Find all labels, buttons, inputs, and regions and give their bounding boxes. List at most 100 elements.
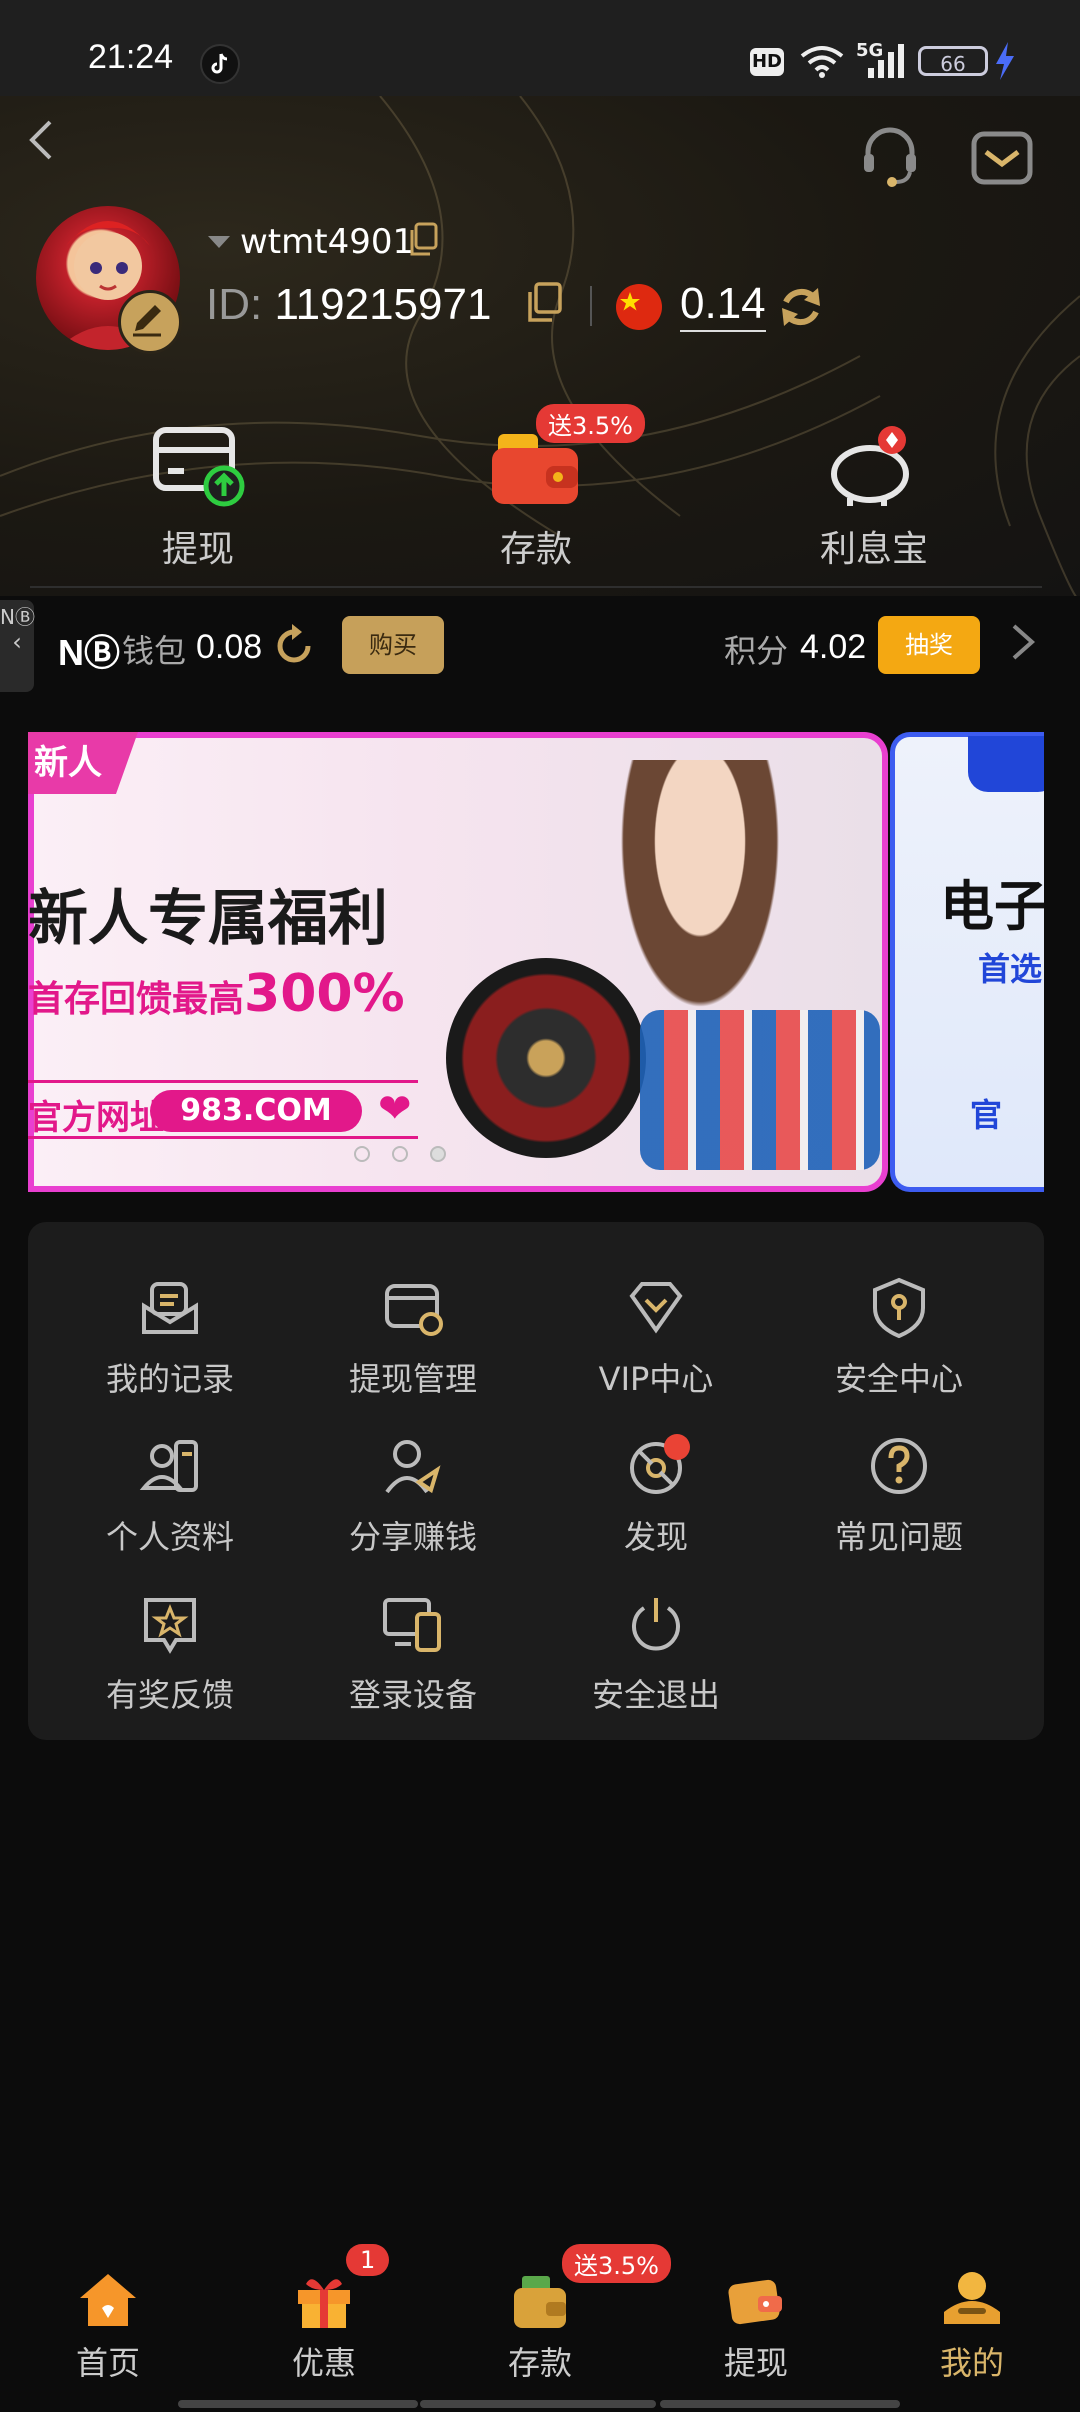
gift-icon — [298, 2279, 350, 2328]
edit-avatar-button[interactable] — [118, 290, 182, 354]
username-dropdown-icon[interactable] — [208, 236, 230, 248]
quick-action-label: 提现 — [161, 529, 234, 570]
quick-action-interest[interactable]: 利息宝 — [774, 420, 974, 572]
refresh-wallet-icon[interactable] — [272, 624, 316, 668]
menu-item-label: 登录设备 — [348, 1676, 477, 1714]
chevron-left-icon — [29, 120, 52, 160]
menu-item-label: 提现管理 — [348, 1360, 477, 1398]
battery-indicator: 66 — [918, 46, 988, 76]
nav-label: 优惠 — [291, 2344, 356, 2382]
menu-item-faq[interactable]: 常见问题 — [784, 1434, 1014, 1558]
copy-id-icon[interactable] — [526, 282, 562, 324]
banner-url: 983.COM — [150, 1090, 362, 1132]
carousel-dots[interactable] — [354, 1146, 468, 1166]
nb-logo: NⒷ — [58, 632, 120, 673]
nav-label: 提现 — [723, 2344, 788, 2382]
username: wtmt4901 — [240, 222, 415, 262]
quick-action-withdraw[interactable]: 提现 — [98, 420, 298, 572]
my-account-icon — [944, 2272, 1000, 2324]
home-icon — [80, 2274, 136, 2326]
casino-chips-image — [640, 1010, 880, 1170]
menu-item-feedback[interactable]: 有奖反馈 — [55, 1592, 285, 1716]
banner-model-image — [610, 760, 790, 1030]
user-id: ID: 119215971 — [206, 280, 491, 330]
buy-button[interactable]: 购买 — [342, 616, 444, 674]
copy-username-icon[interactable] — [408, 222, 438, 258]
banner-line — [28, 1136, 418, 1139]
wallet-label: 钱包 — [122, 632, 187, 670]
wallet-value: 0.08 — [196, 628, 263, 666]
security-shield-icon — [873, 1277, 925, 1339]
gesture-bar — [660, 2400, 900, 2408]
roulette-wheel-image — [446, 958, 646, 1158]
back-button[interactable] — [26, 118, 56, 174]
menu-item-discover[interactable]: 发现 — [541, 1434, 771, 1558]
nav-withdraw[interactable]: 提现 — [686, 2268, 826, 2384]
piggy-bank-icon — [831, 426, 909, 506]
chevron-right-icon[interactable] — [1010, 622, 1036, 672]
nav-label: 存款 — [507, 2344, 572, 2382]
faq-question-icon — [871, 1438, 927, 1494]
menu-item-withdraw-manage[interactable]: 提现管理 — [298, 1276, 528, 1400]
quick-action-label: 存款 — [499, 529, 572, 570]
withdraw-card-icon — [153, 427, 245, 507]
hd-icon: HD — [750, 48, 784, 76]
status-time: 21:24 — [88, 38, 174, 76]
menu-item-label: 有奖反馈 — [105, 1676, 234, 1714]
banner-subtitle: 首存回馈最高300% — [28, 964, 405, 1024]
withdraw-icon — [728, 2279, 782, 2325]
gesture-bar — [420, 2400, 656, 2408]
banner-clip — [1044, 700, 1080, 1220]
menu-item-label: 发现 — [623, 1518, 688, 1556]
banner2-footer: 官 — [970, 1096, 1003, 1134]
records-icon — [142, 1282, 198, 1334]
menu-item-vip[interactable]: VIP中心 — [541, 1276, 771, 1400]
menu-item-security[interactable]: 安全中心 — [784, 1276, 1014, 1400]
menu-item-share[interactable]: 分享赚钱 — [298, 1434, 528, 1558]
points-value: 4.02 — [800, 628, 867, 666]
section-divider — [30, 586, 1042, 588]
nav-my-account[interactable]: 我的 — [902, 2268, 1042, 2384]
charging-icon — [996, 42, 1014, 80]
share-earn-icon — [385, 1440, 441, 1494]
banner-subtitle-prefix: 首存回馈最高 — [28, 979, 245, 1020]
tiktok-notification-icon — [200, 44, 240, 84]
profile-card-icon — [139, 1440, 198, 1492]
banner-title: 新人专属福利 — [28, 884, 388, 954]
carousel-dot[interactable] — [354, 1146, 370, 1162]
banner-url-label: 官方网址 — [28, 1098, 164, 1138]
deposit-icon — [514, 2276, 566, 2328]
nav-offers[interactable]: 优惠 — [254, 2268, 394, 2384]
gesture-bar — [178, 2400, 418, 2408]
pencil-icon — [133, 305, 161, 337]
menu-item-label: 常见问题 — [834, 1518, 963, 1556]
customer-service-icon[interactable] — [858, 124, 922, 188]
chevron-left-icon: ‹ — [12, 628, 22, 656]
deposit-bonus-badge: 送3.5% — [536, 404, 645, 443]
nav-home[interactable]: 首页 — [38, 2268, 178, 2384]
chevron-right-shape — [1012, 624, 1036, 660]
banner-line — [28, 1080, 418, 1083]
menu-item-label: VIP中心 — [598, 1360, 714, 1398]
refresh-balance-icon[interactable] — [776, 282, 826, 332]
menu-item-devices[interactable]: 登录设备 — [298, 1592, 528, 1716]
lottery-button[interactable]: 抽奖 — [878, 616, 980, 674]
nav-label: 我的 — [939, 2344, 1004, 2382]
deposit-bonus-badge: 送3.5% — [562, 2244, 671, 2283]
banner2-subtitle: 首选 — [978, 950, 1043, 988]
discover-notification-dot — [664, 1434, 690, 1460]
user-id-value: 119215971 — [274, 280, 492, 329]
menu-item-logout[interactable]: 安全退出 — [541, 1592, 771, 1716]
menu-item-profile[interactable]: 个人资料 — [55, 1434, 285, 1558]
carousel-dot-active[interactable] — [430, 1146, 446, 1162]
banner-subtitle-highlight: 300% — [244, 964, 405, 1024]
devices-icon — [383, 1598, 441, 1652]
side-drawer-tab[interactable]: NⒷ ‹ — [0, 600, 35, 692]
nav-label: 首页 — [75, 2344, 140, 2382]
menu-item-records[interactable]: 我的记录 — [55, 1276, 285, 1400]
carousel-dot[interactable] — [392, 1146, 408, 1162]
nav-deposit[interactable]: 存款 — [470, 2268, 610, 2384]
menu-item-label: 安全中心 — [834, 1360, 963, 1398]
heart-icon: ❤ — [378, 1086, 412, 1132]
mail-icon[interactable] — [970, 126, 1034, 190]
